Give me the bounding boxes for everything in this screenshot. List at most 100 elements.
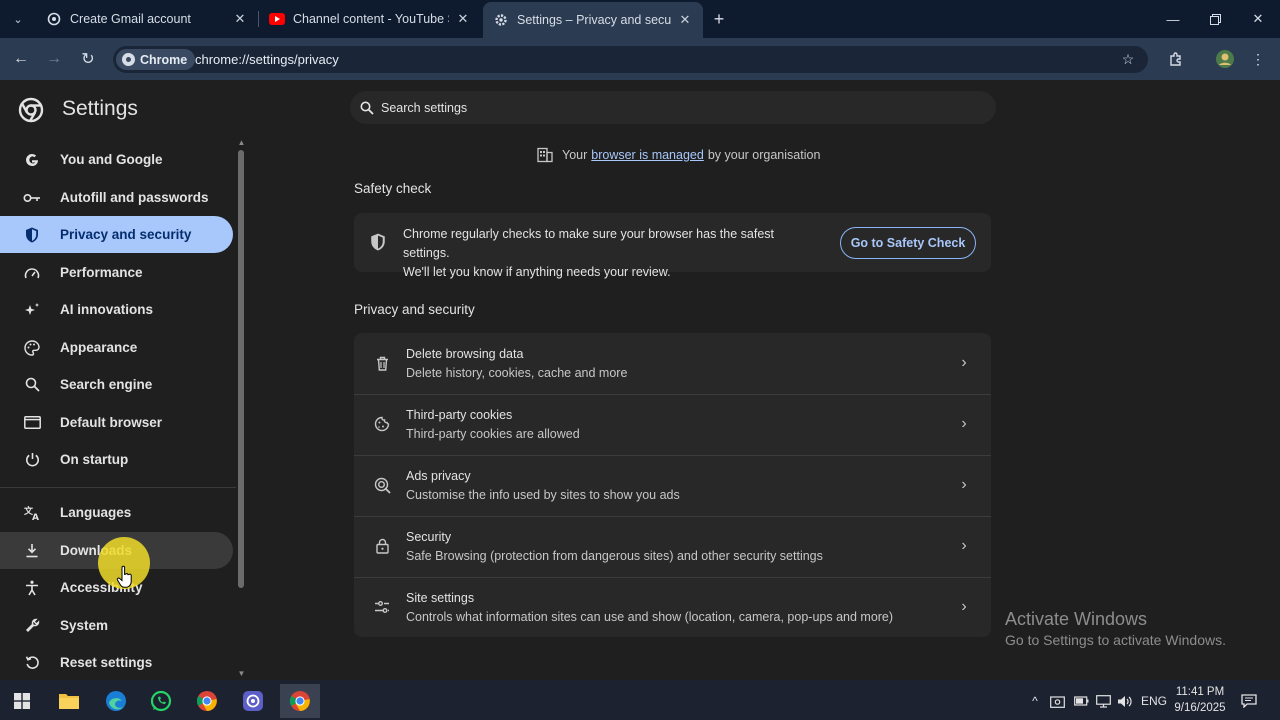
translate-icon: 文A	[22, 503, 42, 523]
scroll-up-icon[interactable]: ▲	[236, 137, 247, 147]
close-icon[interactable]: ✕	[232, 11, 248, 27]
extensions-icon[interactable]	[1164, 47, 1188, 71]
settings-logo	[18, 97, 44, 123]
chevron-up-icon[interactable]: ^	[1027, 692, 1043, 710]
row-site-settings[interactable]: Site settings Controls what information …	[354, 577, 991, 638]
sidebar-item-languages[interactable]: 文A Languages	[0, 494, 233, 531]
chevron-right-icon: ›	[961, 537, 967, 554]
search-settings[interactable]	[350, 91, 996, 124]
forward-icon[interactable]: →	[42, 47, 66, 71]
page-title: Settings	[62, 97, 138, 120]
managed-prefix: Your	[562, 148, 588, 162]
sidebar-item-label: Search engine	[60, 377, 153, 392]
scroll-down-icon[interactable]: ▼	[236, 668, 247, 678]
sidebar-item-appearance[interactable]: Appearance	[0, 329, 233, 366]
chevron-right-icon: ›	[961, 415, 967, 432]
close-icon[interactable]: ✕	[677, 12, 693, 28]
battery-icon[interactable]	[1072, 692, 1090, 710]
key-icon	[22, 188, 42, 208]
shield-icon	[22, 225, 42, 245]
building-icon	[536, 146, 554, 164]
screen-capture-icon[interactable]	[1048, 692, 1066, 710]
chrome-taskbar-icon[interactable]	[187, 684, 227, 718]
sidebar-item-ai-innovations[interactable]: AI innovations	[0, 291, 233, 328]
tab-create-gmail[interactable]: Create Gmail account ✕	[36, 4, 258, 34]
sidebar-scrollbar[interactable]	[238, 150, 244, 588]
reset-icon	[22, 653, 42, 673]
language-indicator[interactable]: ENG	[1140, 692, 1168, 710]
close-icon[interactable]: ✕	[455, 11, 471, 27]
youtube-icon	[269, 11, 285, 27]
browser-managed-link[interactable]: browser is managed	[591, 148, 704, 162]
network-icon[interactable]	[1094, 692, 1112, 710]
row-delete-browsing-data[interactable]: Delete browsing data Delete history, coo…	[354, 333, 991, 394]
edge-icon[interactable]	[96, 684, 136, 718]
new-tab-icon[interactable]: +	[709, 9, 729, 29]
chrome-settings-icon	[46, 11, 62, 27]
row-title: Delete browsing data	[406, 347, 524, 361]
row-subtitle: Customise the info used by sites to show…	[406, 488, 680, 502]
sidebar-item-label: AI innovations	[60, 302, 154, 317]
tab-search-icon[interactable]: ⌄	[8, 9, 28, 29]
search-icon	[359, 100, 375, 116]
sidebar-item-autofill[interactable]: Autofill and passwords	[0, 179, 233, 216]
chrome-logo-icon	[18, 97, 44, 123]
back-icon[interactable]: ←	[9, 47, 33, 71]
row-title: Security	[406, 530, 452, 544]
notification-icon[interactable]	[1240, 692, 1258, 710]
restore-icon[interactable]	[1193, 0, 1237, 38]
sidebar-item-search-engine[interactable]: Search engine	[0, 366, 233, 403]
row-third-party-cookies[interactable]: Third-party cookies Third-party cookies …	[354, 394, 991, 455]
reload-icon[interactable]: ↻	[76, 47, 100, 71]
speedometer-icon	[22, 263, 42, 283]
managed-notice: Your browser is managed by your organisa…	[536, 146, 820, 164]
site-info-chip[interactable]: Chrome	[116, 49, 196, 70]
minimize-icon[interactable]: —	[1151, 0, 1195, 38]
sidebar-item-label: Default browser	[60, 415, 163, 430]
wrench-icon	[22, 616, 42, 636]
row-title: Ads privacy	[406, 469, 471, 483]
safety-check-heading: Safety check	[354, 181, 432, 196]
chat-app-icon[interactable]	[233, 684, 273, 718]
google-icon	[22, 150, 42, 170]
chrome-icon	[122, 53, 135, 66]
row-subtitle: Third-party cookies are allowed	[406, 427, 580, 441]
sidebar-item-on-startup[interactable]: On startup	[0, 441, 233, 478]
tab-settings-privacy[interactable]: Settings – Privacy and security ✕	[483, 2, 703, 38]
sidebar-item-you-and-google[interactable]: You and Google	[0, 141, 233, 178]
sidebar-item-label: Reset settings	[60, 655, 153, 670]
row-ads-privacy[interactable]: Ads privacy Customise the info used by s…	[354, 455, 991, 516]
profile-avatar[interactable]	[1213, 47, 1237, 71]
volume-icon[interactable]	[1116, 692, 1134, 710]
file-explorer-icon[interactable]	[49, 684, 89, 718]
row-title: Third-party cookies	[406, 408, 513, 422]
sidebar-item-label: You and Google	[60, 152, 163, 167]
tab-youtube-studio[interactable]: Channel content - YouTube Studio ✕	[259, 4, 481, 34]
sidebar-item-privacy-security[interactable]: Privacy and security	[0, 216, 233, 253]
tab-label: Settings – Privacy and security	[517, 13, 671, 27]
sidebar-item-label: On startup	[60, 452, 129, 467]
search-input[interactable]	[381, 100, 961, 115]
privacy-security-heading: Privacy and security	[354, 302, 475, 317]
url-text[interactable]: chrome://settings/privacy	[195, 52, 339, 67]
sidebar-item-default-browser[interactable]: Default browser	[0, 404, 233, 441]
close-window-icon[interactable]: ✕	[1236, 0, 1280, 38]
bookmark-star-icon[interactable]: ☆	[1116, 47, 1140, 71]
whatsapp-icon[interactable]	[141, 684, 181, 718]
more-menu-icon[interactable]: ⋮	[1246, 47, 1270, 71]
row-security[interactable]: Security Safe Browsing (protection from …	[354, 516, 991, 577]
sidebar-item-system[interactable]: System	[0, 607, 233, 644]
download-icon	[22, 541, 42, 561]
taskbar-clock[interactable]: 11:41 PM 9/16/2025	[1170, 684, 1230, 716]
sparkle-icon	[22, 300, 42, 320]
svg-text:A: A	[32, 513, 39, 521]
sliders-icon	[372, 597, 392, 617]
ads-privacy-icon	[372, 475, 392, 495]
sidebar-item-label: Privacy and security	[60, 227, 192, 242]
windows-start-icon[interactable]	[2, 684, 42, 718]
chrome-active-taskbar-icon[interactable]	[280, 684, 320, 718]
safety-line-2: We'll let you know if anything needs you…	[403, 265, 671, 279]
sidebar-item-performance[interactable]: Performance	[0, 254, 233, 291]
go-to-safety-check-button[interactable]: Go to Safety Check	[840, 227, 976, 259]
sidebar-item-reset-settings[interactable]: Reset settings	[0, 644, 233, 681]
